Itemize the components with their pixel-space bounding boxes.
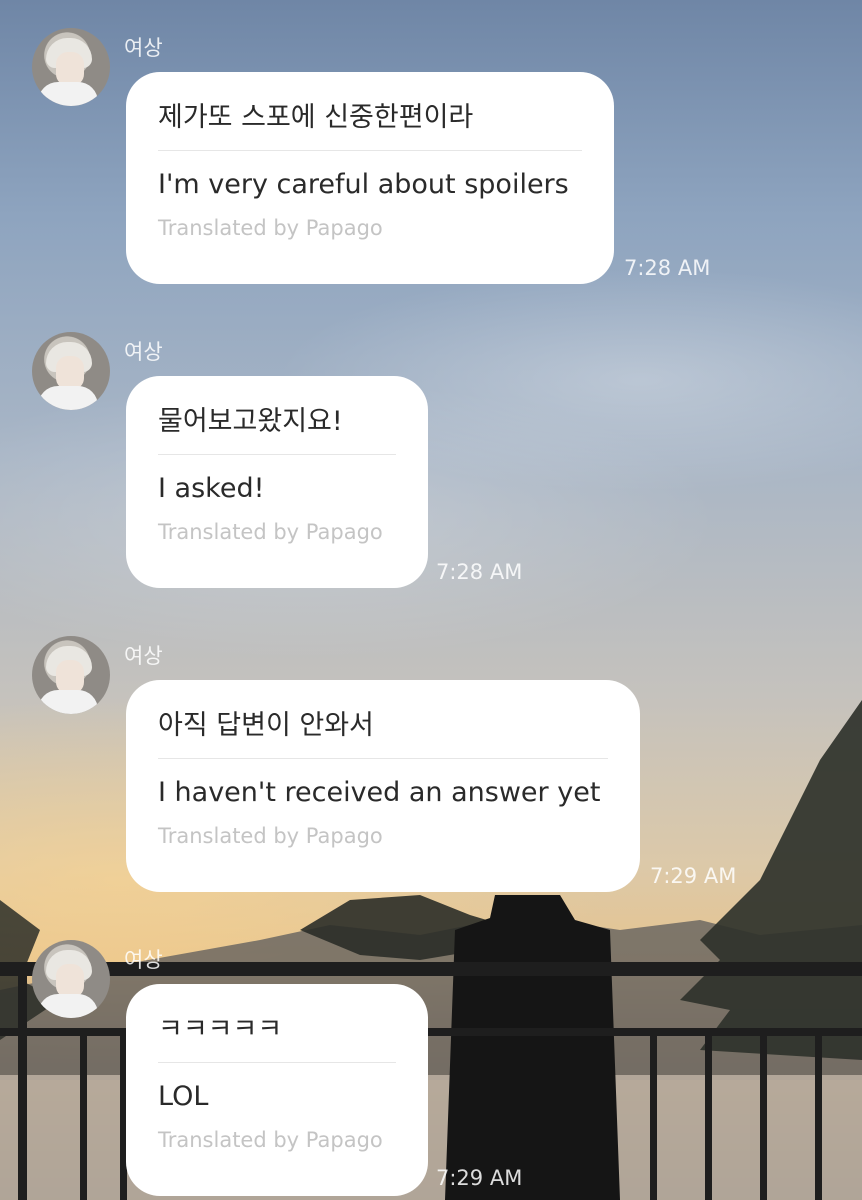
- message-bubble[interactable]: 제가또 스포에 신중한편이라 I'm very careful about sp…: [126, 72, 614, 284]
- translation-credit: Translated by Papago: [158, 824, 383, 848]
- sender-name: 여상: [124, 340, 163, 364]
- sender-avatar[interactable]: [32, 940, 110, 1018]
- original-text: ㅋㅋㅋㅋㅋ: [158, 1014, 283, 1045]
- divider: [158, 758, 608, 759]
- translated-text: I asked!: [158, 473, 265, 504]
- message-bubble[interactable]: 물어보고왔지요! I asked! Translated by Papago: [126, 376, 428, 588]
- translated-text: LOL: [158, 1081, 209, 1112]
- sender-name: 여상: [124, 36, 163, 60]
- original-text: 아직 답변이 안와서: [158, 710, 374, 741]
- sender-avatar[interactable]: [32, 332, 110, 410]
- divider: [158, 1062, 396, 1063]
- message-time: 7:29 AM: [650, 864, 737, 888]
- message-time: 7:28 AM: [624, 256, 711, 280]
- translated-text: I haven't received an answer yet: [158, 777, 601, 808]
- translation-credit: Translated by Papago: [158, 216, 383, 240]
- sender-name: 여상: [124, 948, 163, 972]
- translation-credit: Translated by Papago: [158, 1128, 383, 1152]
- sender-avatar[interactable]: [32, 28, 110, 106]
- original-text: 제가또 스포에 신중한편이라: [158, 102, 474, 133]
- message-bubble[interactable]: 아직 답변이 안와서 I haven't received an answer …: [126, 680, 640, 892]
- message-bubble[interactable]: ㅋㅋㅋㅋㅋ LOL Translated by Papago: [126, 984, 428, 1196]
- divider: [158, 454, 396, 455]
- translation-credit: Translated by Papago: [158, 520, 383, 544]
- divider: [158, 150, 582, 151]
- sender-avatar[interactable]: [32, 636, 110, 714]
- original-text: 물어보고왔지요!: [158, 406, 343, 437]
- message-time: 7:29 AM: [436, 1166, 523, 1190]
- person-silhouette: [445, 895, 620, 1200]
- translated-text: I'm very careful about spoilers: [158, 169, 569, 200]
- message-time: 7:28 AM: [436, 560, 523, 584]
- sender-name: 여상: [124, 644, 163, 668]
